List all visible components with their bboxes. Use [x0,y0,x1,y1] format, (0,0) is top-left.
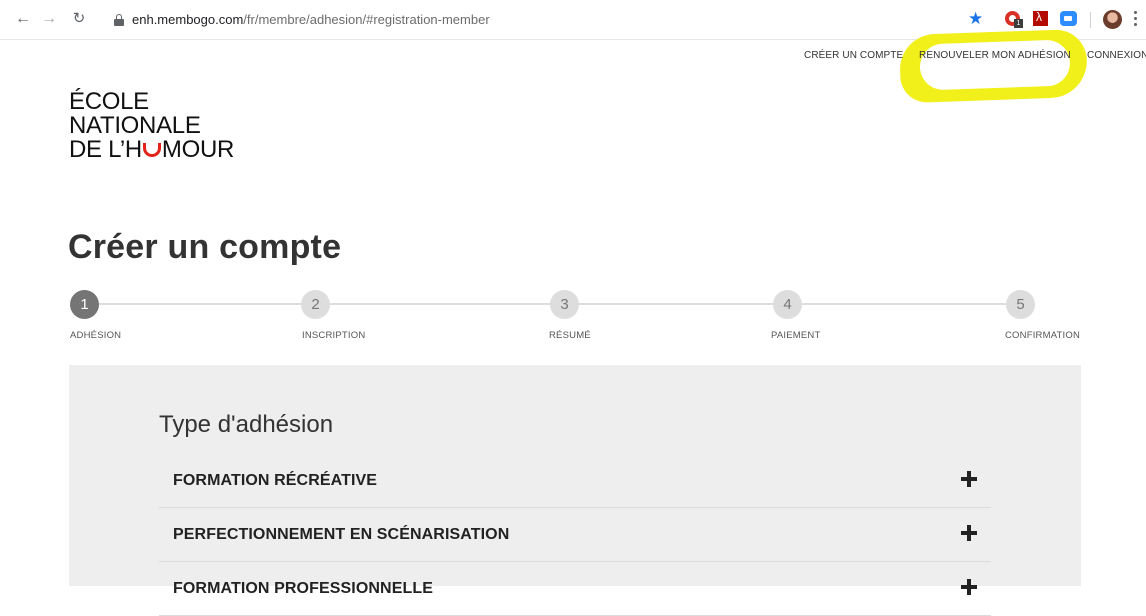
step-1-label: ADHÉSION [70,330,122,341]
membership-type-label: PERFECTIONNEMENT EN SCÉNARISATION [173,526,510,543]
address-bar[interactable]: enh.membogo.com/fr/membre/adhesion/#regi… [132,12,490,27]
plus-icon[interactable] [961,525,977,541]
forward-arrow-icon[interactable]: → [40,10,58,28]
page-title: Créer un compte [68,228,342,266]
lock-icon[interactable] [114,14,124,26]
url-host: enh.membogo.com [132,12,244,27]
membership-type-heading: Type d'adhésion [159,411,334,438]
membership-type-row[interactable]: PERFECTIONNEMENT EN SCÉNARISATION [159,508,991,562]
smile-u-icon [142,143,161,157]
membership-type-label: FORMATION RÉCRÉATIVE [173,472,378,489]
zoom-extension-icon[interactable] [1060,11,1077,26]
step-2-circle: 2 [301,290,330,319]
membership-type-row[interactable]: FORMATION RÉCRÉATIVE [159,454,991,508]
step-4-circle: 4 [773,290,802,319]
bookmark-star-icon[interactable]: ★ [968,10,986,27]
url-path: /fr/membre/adhesion/#registration-member [243,12,490,27]
plus-icon[interactable] [961,579,977,595]
school-logo[interactable]: ÉCOLE NATIONALE DE L’H MOUR [69,90,234,162]
logo-line-3: DE L’H MOUR [69,138,234,162]
step-5-label: CONFIRMATION [1005,330,1081,341]
extension-badge: 1 [1014,19,1023,28]
logo-line-1: ÉCOLE [69,88,149,115]
yellow-highlight-annotation [898,28,1089,104]
nav-create-account-link[interactable]: CRÉER UN COMPTE [804,50,903,61]
step-4-label: PAIEMENT [771,330,821,341]
profile-avatar[interactable] [1103,10,1122,29]
pdf-extension-icon[interactable] [1033,10,1048,26]
step-1-circle: 1 [70,290,99,319]
toolbar-separator [1090,12,1091,28]
plus-icon[interactable] [961,471,977,487]
more-menu-icon[interactable] [1134,11,1138,27]
logo-line-2: NATIONALE [69,112,201,139]
step-2-label: INSCRIPTION [302,330,366,341]
membership-type-row[interactable]: FORMATION PROFESSIONNELLE [159,562,991,616]
step-3-circle: 3 [550,290,579,319]
red-extension-icon[interactable]: 1 [1005,11,1023,28]
step-5-circle: 5 [1006,290,1035,319]
logo-line-3-start: DE L’H [69,136,142,163]
membership-type-label: FORMATION PROFESSIONNELLE [173,580,433,597]
logo-line-3-end: MOUR [161,136,235,163]
nav-login-link[interactable]: CONNEXION [1087,50,1146,61]
nav-renew-membership-link[interactable]: RENOUVELER MON ADHÉSION [919,50,1071,61]
back-arrow-icon[interactable]: ← [14,10,32,28]
reload-icon[interactable]: ↻ [70,10,88,28]
membership-panel: Type d'adhésion FORMATION RÉCRÉATIVE PER… [69,365,1081,616]
step-3-label: RÉSUMÉ [549,330,591,341]
